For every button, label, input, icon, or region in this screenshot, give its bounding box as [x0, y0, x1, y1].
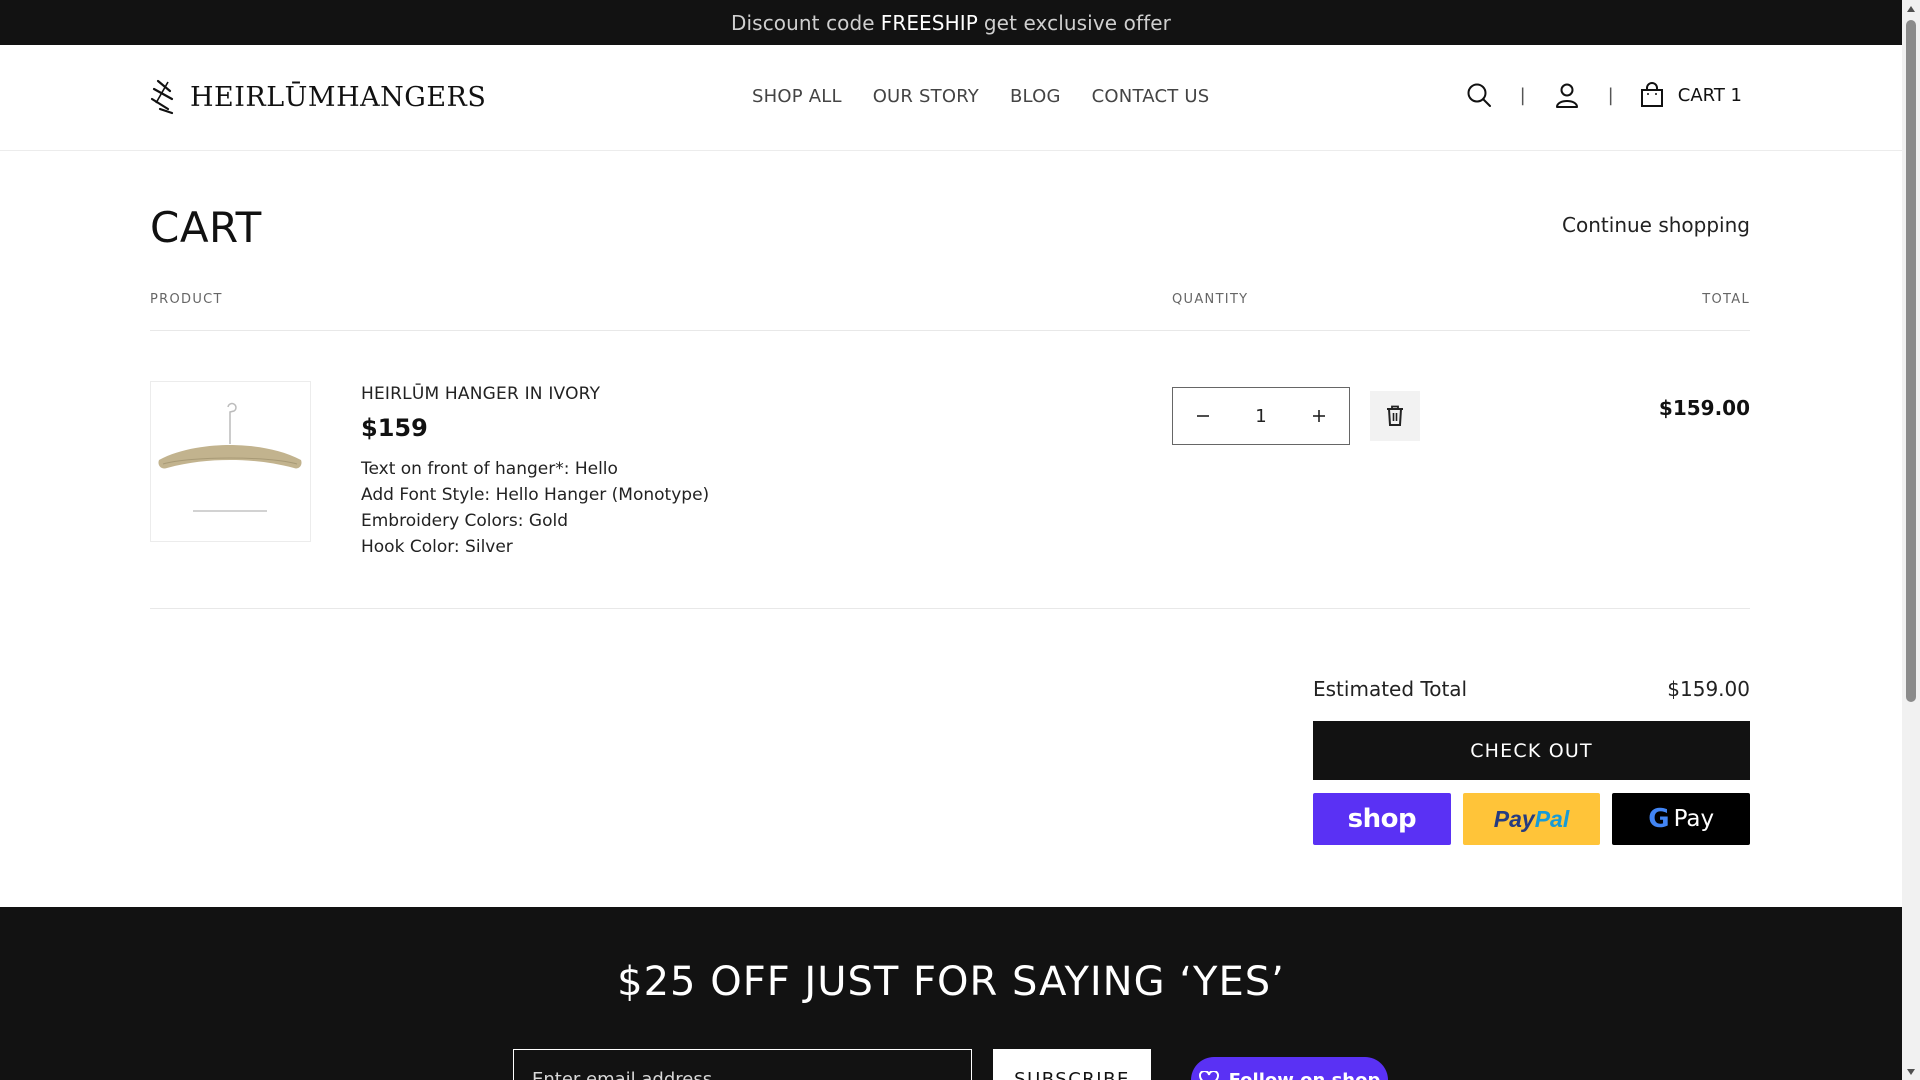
remove-item-button[interactable]: [1370, 391, 1420, 441]
logo-mark-icon: [150, 79, 174, 115]
subscribe-button[interactable]: SUBSCRIBE: [993, 1049, 1151, 1080]
follow-on-shop-button[interactable]: Follow on shop: [1191, 1057, 1388, 1080]
google-pay-text: Pay: [1673, 806, 1715, 832]
shop-pay-logo: shop: [1347, 804, 1417, 834]
search-icon[interactable]: [1464, 80, 1494, 110]
increase-quantity-button[interactable]: [1309, 406, 1329, 426]
logo[interactable]: HEIRLŪMHANGERS: [150, 79, 486, 115]
newsletter-title: $25 OFF JUST FOR SAYING ‘YES’: [617, 959, 1285, 1005]
estimated-total-row: Estimated Total $159.00: [1313, 677, 1750, 701]
product-option: Text on front of hanger*: Hello: [361, 459, 618, 479]
follow-on-shop-label: Follow on shop: [1228, 1069, 1381, 1080]
scroll-up-arrow-icon[interactable]: [1902, 0, 1920, 17]
header-divider: [150, 330, 1750, 331]
quantity-stepper: 1: [1172, 387, 1350, 445]
scrollbar[interactable]: [1902, 0, 1920, 1080]
announcement-code: FREESHIP: [880, 10, 978, 35]
column-header-quantity: QUANTITY: [1172, 292, 1249, 307]
announcement-prefix: Discount code: [731, 10, 875, 35]
trash-icon: [1387, 405, 1403, 426]
header-actions: | | CART 1: [1464, 80, 1742, 110]
google-pay-button[interactable]: G Pay: [1612, 793, 1751, 845]
main-nav: SHOP ALL OUR STORY BLOG CONTACT US: [752, 86, 1209, 107]
account-icon[interactable]: [1552, 80, 1582, 110]
nav-contact-us[interactable]: CONTACT US: [1092, 86, 1210, 107]
paypal-logo-pay: Pay: [1493, 805, 1535, 832]
announcement-bar: Discount code FREESHIP get exclusive off…: [0, 0, 1902, 45]
google-g-icon: G: [1648, 804, 1670, 834]
hanger-image-icon: [158, 402, 302, 512]
product-option: Hook Color: Silver: [361, 537, 513, 557]
site-header: HEIRLŪMHANGERS SHOP ALL OUR STORY BLOG C…: [0, 45, 1902, 151]
line-item-total: $159.00: [1658, 396, 1750, 420]
page-title: CART: [150, 203, 262, 252]
email-input[interactable]: [513, 1049, 972, 1080]
product-options: Text on front of hanger*: Hello Add Font…: [361, 456, 709, 560]
estimated-total-value: $159.00: [1667, 677, 1750, 701]
newsletter-footer: $25 OFF JUST FOR SAYING ‘YES’ SUBSCRIBE …: [0, 907, 1902, 1080]
product-name[interactable]: HEIRLŪM HANGER IN IVORY: [361, 384, 709, 404]
product-option: Embroidery Colors: Gold: [361, 511, 568, 531]
cart-summary: Estimated Total $159.00 CHECK OUT shop P…: [1313, 677, 1751, 845]
paypal-logo-pal: Pal: [1534, 805, 1570, 832]
header-separator: |: [1519, 84, 1526, 106]
product-option: Add Font Style: Hello Hanger (Monotype): [361, 485, 710, 505]
heart-icon: [1198, 1071, 1219, 1080]
product-image[interactable]: [150, 381, 311, 542]
cart-link-label: CART 1: [1677, 84, 1742, 106]
checkout-button[interactable]: CHECK OUT: [1313, 721, 1750, 780]
product-price: $159: [361, 414, 428, 442]
logo-text: HEIRLŪMHANGERS: [190, 81, 487, 113]
minus-icon: [1197, 415, 1209, 417]
viewport: Discount code FREESHIP get exclusive off…: [0, 0, 1902, 1080]
product-info: HEIRLŪM HANGER IN IVORY $159 Text on fro…: [361, 384, 709, 560]
nav-blog[interactable]: BLOG: [1010, 86, 1061, 107]
nav-shop-all[interactable]: SHOP ALL: [752, 86, 842, 107]
column-header-total: TOTAL: [1702, 292, 1750, 307]
column-header-product: PRODUCT: [150, 292, 223, 307]
announcement-suffix: get exclusive offer: [983, 10, 1171, 35]
nav-our-story[interactable]: OUR STORY: [873, 86, 979, 107]
quantity-input[interactable]: 1: [1255, 406, 1266, 427]
estimated-total-label: Estimated Total: [1313, 677, 1468, 701]
cart-link[interactable]: CART 1: [1640, 82, 1742, 108]
header-separator: |: [1607, 84, 1614, 106]
plus-icon: [1312, 410, 1325, 422]
express-checkout: shop Pay Pal G Pay: [1313, 793, 1751, 845]
continue-shopping-link[interactable]: Continue shopping: [1562, 213, 1750, 237]
paypal-button[interactable]: Pay Pal: [1462, 793, 1601, 845]
shop-pay-button[interactable]: shop: [1313, 793, 1451, 845]
scroll-down-arrow-icon[interactable]: [1902, 1063, 1920, 1080]
cart-bag-icon: [1640, 82, 1663, 107]
scrollbar-thumb[interactable]: [1906, 20, 1916, 702]
items-divider: [150, 608, 1750, 609]
decrease-quantity-button[interactable]: [1193, 406, 1213, 426]
